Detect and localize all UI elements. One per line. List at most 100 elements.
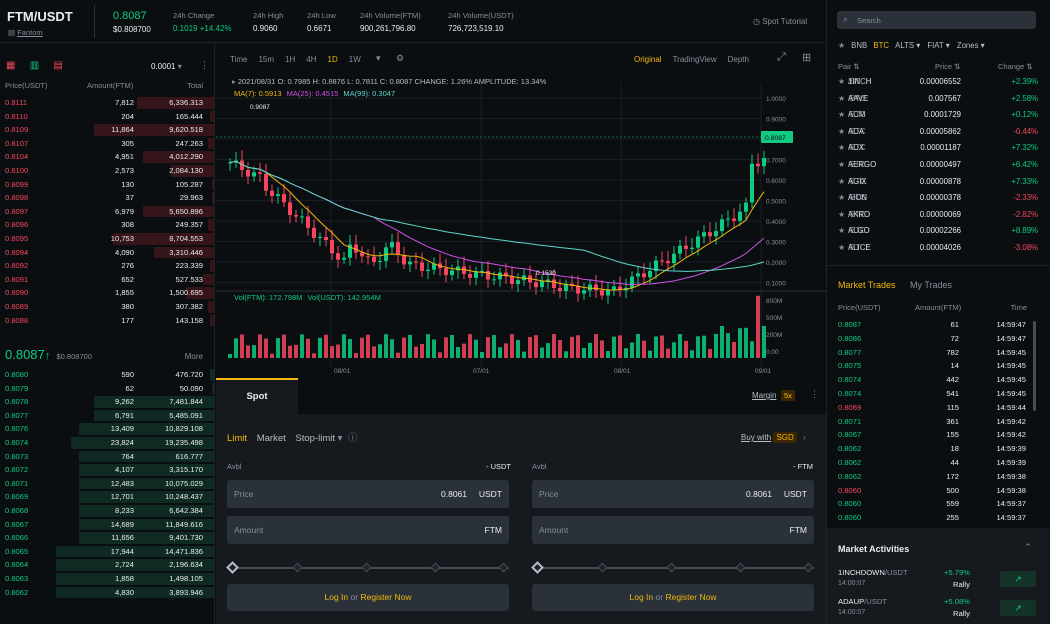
price-chart[interactable]: 1.00000.90000.80000.70000.60000.50000.40… <box>216 43 826 378</box>
orderbook-row[interactable]: 0.8063 1,858 1,498.105 <box>0 572 214 586</box>
filter-btc[interactable]: BTC <box>873 41 889 50</box>
activity-pair[interactable]: 1INCHDOWN/USDT <box>838 568 908 577</box>
tab-market[interactable]: Market <box>257 433 286 444</box>
filter-fiat[interactable]: FIAT ▾ <box>927 41 949 50</box>
orderbook-row[interactable]: 0.8067 14,689 11,849.616 <box>0 518 214 532</box>
project-link[interactable]: ▤ Fantom <box>8 28 43 37</box>
pair-row[interactable]: ★ ADX/BTC 0.00001187 +7.32% <box>827 140 1049 157</box>
more-icon[interactable]: ⋮ <box>200 60 209 71</box>
slider-handle[interactable] <box>226 561 239 574</box>
orderbook-row[interactable]: 0.8079 62 50.090 <box>0 382 214 396</box>
bids-view-icon[interactable]: ▥ <box>30 60 39 71</box>
slider-handle[interactable] <box>531 561 544 574</box>
orderbook-row[interactable]: 0.8078 9,262 7,481.844 <box>0 395 214 409</box>
sell-login-button[interactable]: Log In or Register Now <box>532 584 814 611</box>
more-icon[interactable]: ⋮ <box>810 389 819 400</box>
search-input[interactable]: ⌕ Search <box>837 11 1036 29</box>
pair-row[interactable]: ★ ALGO/BTC 0.00002266 +8.89% <box>827 223 1049 240</box>
pair-row[interactable]: ★ 1INCH/BTC 0.00006552 +2.39% <box>827 74 1049 91</box>
buy-login-button[interactable]: Log In or Register Now <box>227 584 509 611</box>
tab-spot[interactable]: Spot <box>216 378 298 414</box>
pair-row[interactable]: ★ ALICE/BTC 0.00004026 -3.08% <box>827 240 1049 257</box>
orderbook-row[interactable]: 0.8064 2,724 2,196.634 <box>0 558 214 572</box>
pair-row[interactable]: ★ ADA/BTC 0.00005862 -0.44% <box>827 124 1049 141</box>
orderbook-row[interactable]: 0.8094 4,090 3,310.446 <box>0 246 214 260</box>
star-icon[interactable]: ★ <box>838 174 845 191</box>
col-pair[interactable]: Pair ⇅ <box>838 62 860 71</box>
pair-row[interactable]: ★ AGIX/BTC 0.00000878 +7.33% <box>827 174 1049 191</box>
orderbook-row[interactable]: 0.8089 380 307.382 <box>0 300 214 314</box>
orderbook-row[interactable]: 0.8111 7,812 6,336.313 <box>0 96 214 110</box>
col-change[interactable]: Change ⇅ <box>998 62 1033 71</box>
orderbook-row[interactable]: 0.8091 652 527.533 <box>0 273 214 287</box>
tab-stop-limit[interactable]: Stop-limit <box>295 433 335 444</box>
orderbook-row[interactable]: 0.8098 37 29.963 <box>0 191 214 205</box>
orderbook-row[interactable]: 0.8109 11,864 9,620.518 <box>0 123 214 137</box>
sell-amount-input[interactable]: Amount FTM <box>532 516 814 544</box>
orderbook-row[interactable]: 0.8068 8,233 6,642.384 <box>0 504 214 518</box>
pair-row[interactable]: ★ AERGO/BTC 0.00000497 +6.42% <box>827 157 1049 174</box>
filter-alts[interactable]: ALTS ▾ <box>895 41 920 50</box>
orderbook-row[interactable]: 0.8088 177 143.158 <box>0 314 214 328</box>
orderbook-row[interactable]: 0.8096 308 249.357 <box>0 218 214 232</box>
activity-pair[interactable]: ADAUP/USDT <box>838 597 887 606</box>
orderbook-row[interactable]: 0.8104 4,951 4,012.290 <box>0 150 214 164</box>
orderbook-row[interactable]: 0.8076 13,409 10,829.108 <box>0 422 214 436</box>
orderbook-row[interactable]: 0.8077 6,791 5,485.091 <box>0 409 214 423</box>
orderbook-row[interactable]: 0.8099 130 105.287 <box>0 178 214 192</box>
scrollbar[interactable] <box>1033 321 1036 411</box>
buy-amount-input[interactable]: Amount FTM <box>227 516 509 544</box>
tab-market-trades[interactable]: Market Trades <box>838 280 896 290</box>
star-icon[interactable]: ★ <box>838 207 845 224</box>
orderbook-row[interactable]: 0.8072 4,107 3,315.170 <box>0 463 214 477</box>
star-icon[interactable]: ★ <box>838 157 845 174</box>
pair-row[interactable]: ★ AAVE/BTC 0.007567 +2.58% <box>827 91 1049 108</box>
buy-with[interactable]: Buy with SGD › <box>741 432 806 443</box>
buy-amount-slider[interactable] <box>226 561 509 574</box>
info-icon[interactable]: ⓘ <box>348 433 358 444</box>
precision-select[interactable]: 0.0001 ▾ <box>151 62 182 71</box>
orderbook-row[interactable]: 0.8073 764 616.777 <box>0 450 214 464</box>
more-link[interactable]: More <box>185 352 203 361</box>
star-icon[interactable]: ★ <box>838 190 845 207</box>
orderbook-row[interactable]: 0.8095 10,753 8,704.553 <box>0 232 214 246</box>
star-icon[interactable]: ★ <box>838 74 845 91</box>
filter-bnb[interactable]: BNB <box>851 41 867 50</box>
orderbook-row[interactable]: 0.8080 590 476.720 <box>0 368 214 382</box>
orderbook-row[interactable]: 0.8062 4,830 3,893.946 <box>0 586 214 600</box>
sell-price-input[interactable]: Price 0.8061 USDT <box>532 480 814 508</box>
orderbook-row[interactable]: 0.8100 2,573 2,084.130 <box>0 164 214 178</box>
layout-icons[interactable]: ▦ ▥ ▤ <box>6 60 63 71</box>
star-icon[interactable]: ★ <box>838 107 845 124</box>
star-icon[interactable]: ★ <box>838 223 845 240</box>
star-icon[interactable]: ★ <box>838 140 845 157</box>
filter-zones[interactable]: Zones ▾ <box>957 41 985 50</box>
col-price[interactable]: Price ⇅ <box>935 62 960 71</box>
orderbook-row[interactable]: 0.8110 204 165.444 <box>0 110 214 124</box>
star-icon[interactable]: ★ <box>838 91 845 108</box>
pair-row[interactable]: ★ AKRO/BTC 0.00000069 -2.82% <box>827 207 1049 224</box>
orderbook-row[interactable]: 0.8065 17,944 14,471.836 <box>0 545 214 559</box>
pair-row[interactable]: ★ ACM/BTC 0.0001729 +0.12% <box>827 107 1049 124</box>
margin-link[interactable]: Margin <box>752 391 776 400</box>
orderbook-row[interactable]: 0.8069 12,701 10,248.437 <box>0 490 214 504</box>
tab-limit[interactable]: Limit <box>227 433 247 444</box>
star-icon[interactable]: ★ <box>838 124 845 141</box>
orderbook-row[interactable]: 0.8097 6,979 5,650.896 <box>0 205 214 219</box>
star-icon[interactable]: ★ <box>838 41 845 50</box>
orderbook-row[interactable]: 0.8074 23,824 19,235.498 <box>0 436 214 450</box>
star-icon[interactable]: ★ <box>838 240 845 257</box>
asks-view-icon[interactable]: ▤ <box>53 60 62 71</box>
sell-amount-slider[interactable] <box>531 561 814 574</box>
both-view-icon[interactable]: ▦ <box>6 60 15 71</box>
orderbook-row[interactable]: 0.8066 11,656 9,401.730 <box>0 531 214 545</box>
collapse-icon[interactable]: ⌃ <box>1024 542 1032 553</box>
orderbook-row[interactable]: 0.8071 12,483 10,075.029 <box>0 477 214 491</box>
tab-my-trades[interactable]: My Trades <box>910 280 952 290</box>
rally-chart-icon[interactable]: ↗ <box>1000 571 1036 587</box>
pair-row[interactable]: ★ AION/BTC 0.00000378 -2.33% <box>827 190 1049 207</box>
orderbook-row[interactable]: 0.8090 1,855 1,500.695 <box>0 286 214 300</box>
rally-chart-icon[interactable]: ↗ <box>1000 600 1036 616</box>
orderbook-row[interactable]: 0.8107 305 247.263 <box>0 137 214 151</box>
orderbook-row[interactable]: 0.8092 276 223.339 <box>0 259 214 273</box>
